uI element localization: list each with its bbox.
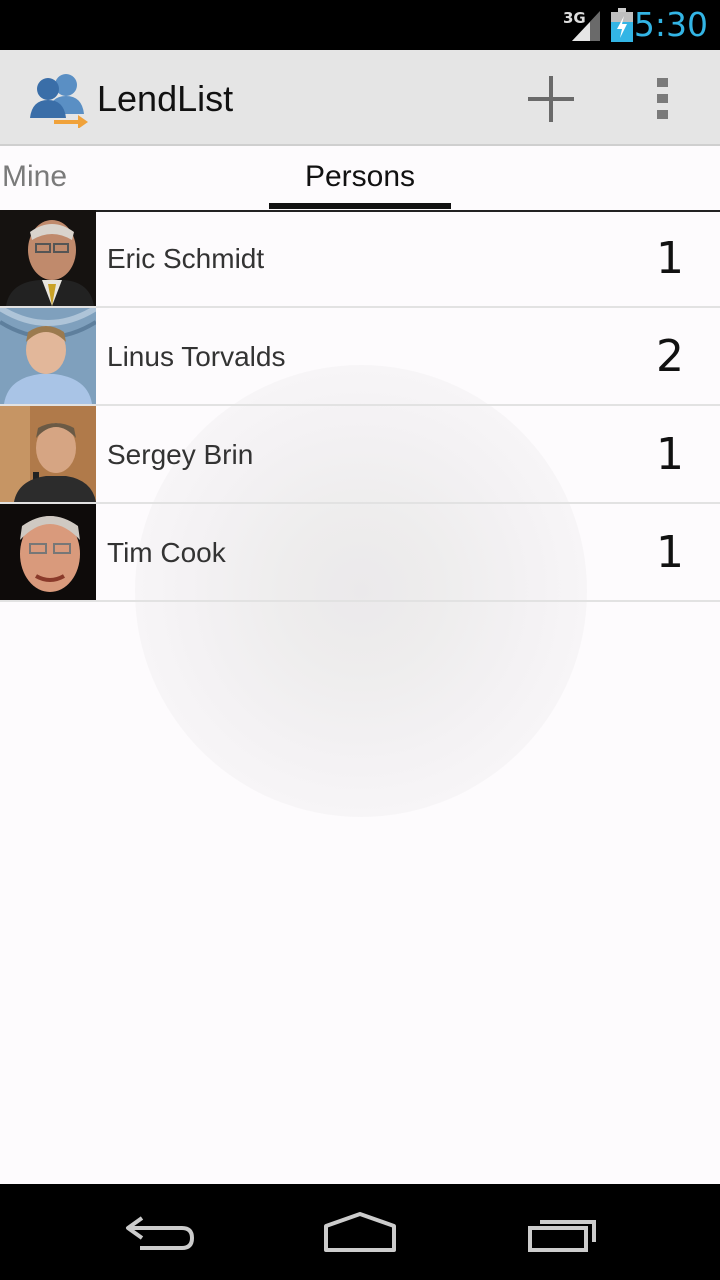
list-item[interactable]: Sergey Brin 1 [0,406,720,504]
item-count: 1 [656,429,684,480]
person-name: Tim Cook [107,537,226,568]
persons-list: Eric Schmidt 1 Linus Torvalds 2 Sergey B… [0,210,720,602]
people-transfer-icon[interactable] [28,72,90,128]
item-count: 1 [656,233,684,284]
avatar [0,210,96,306]
person-name: Sergey Brin [107,439,254,470]
back-icon[interactable] [120,1210,200,1254]
app-title: LendList [97,78,234,119]
overflow-menu-button[interactable] [640,70,686,128]
list-item[interactable]: Linus Torvalds 2 [0,308,720,406]
home-icon[interactable] [320,1210,400,1254]
avatar [0,504,96,600]
plus-icon [528,76,574,122]
tab-bar: Mine Persons [0,146,720,212]
status-bar: 3G 5:30 [0,0,720,50]
item-count: 1 [656,527,684,578]
action-bar: LendList [0,50,720,146]
signal-icon [572,11,600,41]
person-name: Eric Schmidt [107,243,265,274]
battery-charging-icon [611,8,633,42]
person-name: Linus Torvalds [107,341,286,372]
avatar [0,308,96,404]
recents-icon[interactable] [522,1210,602,1254]
add-button[interactable] [520,70,584,128]
list-item[interactable]: Tim Cook 1 [0,504,720,602]
tab-persons[interactable]: Persons [269,160,451,194]
clock: 5:30 [633,5,708,44]
tab-mine[interactable]: Mine [2,160,67,194]
item-count: 2 [656,331,684,382]
navigation-bar [0,1184,720,1280]
overflow-menu-icon [657,78,668,119]
tab-indicator [269,203,451,209]
avatar [0,406,96,502]
list-item[interactable]: Eric Schmidt 1 [0,210,720,308]
